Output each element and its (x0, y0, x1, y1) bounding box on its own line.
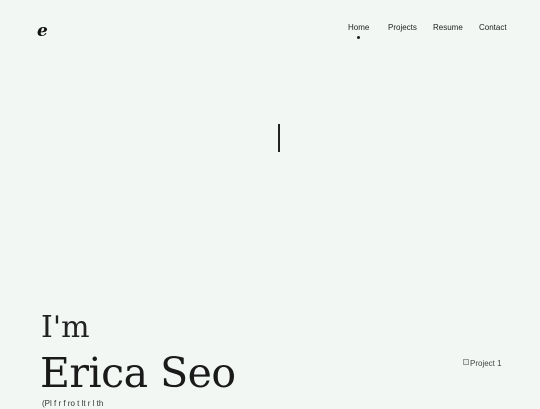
hero-intro: I'm (41, 310, 90, 345)
nav-home-link[interactable]: Home (348, 23, 369, 33)
active-nav-indicator (357, 36, 360, 39)
hero-subtitle: (Pl f r f ro t lt r l th (42, 399, 104, 408)
typing-cursor (278, 124, 280, 152)
hero-name: Erica Seo (40, 349, 236, 397)
project-1-image[interactable]: Project 1 (463, 358, 523, 372)
project-1-alt-text: Project 1 (470, 359, 502, 368)
main-nav: Home Projects Resume Contact (0, 23, 540, 43)
nav-contact-link[interactable]: Contact (479, 23, 507, 33)
nav-resume-link[interactable]: Resume (433, 23, 463, 33)
nav-projects-link[interactable]: Projects (388, 23, 417, 33)
broken-image-icon (463, 359, 469, 365)
